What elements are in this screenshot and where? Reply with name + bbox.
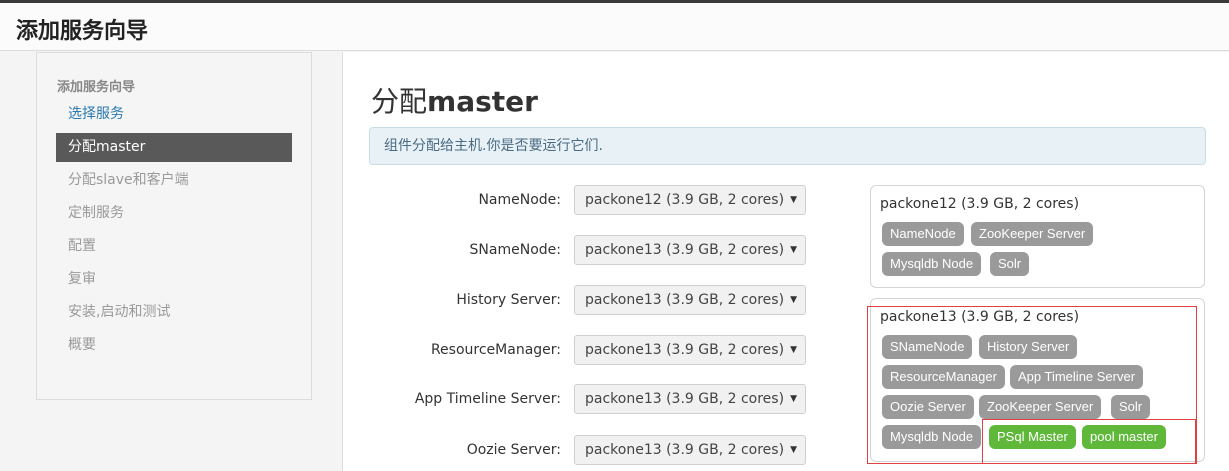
resourcemanager-host-select[interactable]: packone13 (3.9 GB, 2 cores) ▼ — [574, 335, 806, 365]
assignment-label: ResourceManager: — [430, 342, 561, 358]
assignment-row: History Server: packone13 (3.9 GB, 2 cor… — [343, 285, 813, 315]
page-title: 分配master — [371, 80, 538, 120]
sidebar-item-choose-services[interactable]: 选择服务 — [56, 100, 292, 129]
sidebar-item-review: 复审 — [68, 271, 96, 287]
select-value: packone13 (3.9 GB, 2 cores) — [585, 342, 785, 358]
caret-down-icon: ▼ — [790, 394, 797, 404]
host-card-packone12: packone12 (3.9 GB, 2 cores) NameNode Zoo… — [870, 185, 1205, 288]
assignment-row: NameNode: packone12 (3.9 GB, 2 cores) ▼ — [343, 185, 813, 215]
select-value: packone13 (3.9 GB, 2 cores) — [585, 292, 785, 308]
title-bar: 添加服务向导 — [0, 3, 1229, 51]
caret-down-icon: ▼ — [790, 345, 797, 355]
caret-down-icon: ▼ — [790, 445, 797, 455]
sidebar-item-install-start-test: 安装,启动和测试 — [68, 304, 171, 320]
assignment-label: Oozie Server: — [466, 442, 561, 458]
wizard-sidebar: 添加服务向导 选择服务 分配master 分配slave和客户端 定制服务 配置… — [36, 52, 312, 400]
assignment-row: ResourceManager: packone13 (3.9 GB, 2 co… — [343, 335, 813, 365]
sidebar-item-assign-slaves: 分配slave和客户端 — [68, 172, 189, 188]
host-name: packone12 (3.9 GB, 2 cores) — [880, 196, 1080, 212]
window-title: 添加服务向导 — [16, 19, 149, 44]
sidebar-item-configure: 配置 — [68, 238, 96, 254]
component-badge: Mysqldb Node — [882, 252, 982, 276]
sidebar-item-customize-services: 定制服务 — [68, 205, 124, 221]
assignment-label: SNameNode: — [469, 242, 561, 258]
select-value: packone13 (3.9 GB, 2 cores) — [585, 242, 785, 258]
sidebar-item-assign-masters[interactable]: 分配master — [56, 133, 292, 162]
sidebar-header: 添加服务向导 — [57, 80, 136, 95]
highlight-box-new-components — [982, 419, 1196, 464]
info-alert: 组件分配给主机.你是否要运行它们. — [369, 127, 1206, 165]
oozie-server-host-select[interactable]: packone13 (3.9 GB, 2 cores) ▼ — [574, 435, 806, 465]
page-title-bold: master — [427, 85, 538, 118]
select-value: packone12 (3.9 GB, 2 cores) — [585, 192, 785, 208]
assignment-label: App Timeline Server: — [414, 391, 561, 407]
assignment-label: History Server: — [456, 292, 561, 308]
component-badge: ZooKeeper Server — [971, 222, 1094, 246]
assignment-row: SNameNode: packone13 (3.9 GB, 2 cores) ▼ — [343, 235, 813, 265]
select-value: packone13 (3.9 GB, 2 cores) — [585, 391, 785, 407]
assignment-row: Oozie Server: packone13 (3.9 GB, 2 cores… — [343, 435, 813, 465]
assignment-label: NameNode: — [478, 192, 561, 208]
caret-down-icon: ▼ — [790, 195, 797, 205]
select-value: packone13 (3.9 GB, 2 cores) — [585, 442, 785, 458]
page-title-prefix: 分配 — [371, 85, 428, 118]
caret-down-icon: ▼ — [790, 245, 797, 255]
snamenode-host-select[interactable]: packone13 (3.9 GB, 2 cores) ▼ — [574, 235, 806, 265]
component-badge: Solr — [990, 252, 1030, 276]
history-server-host-select[interactable]: packone13 (3.9 GB, 2 cores) ▼ — [574, 285, 806, 315]
component-badge: NameNode — [882, 222, 964, 246]
assignment-row: App Timeline Server: packone13 (3.9 GB, … — [343, 384, 813, 414]
caret-down-icon: ▼ — [790, 295, 797, 305]
app-timeline-server-host-select[interactable]: packone13 (3.9 GB, 2 cores) ▼ — [574, 384, 806, 414]
sidebar-item-summary: 概要 — [68, 337, 96, 353]
namenode-host-select[interactable]: packone12 (3.9 GB, 2 cores) ▼ — [574, 185, 806, 215]
